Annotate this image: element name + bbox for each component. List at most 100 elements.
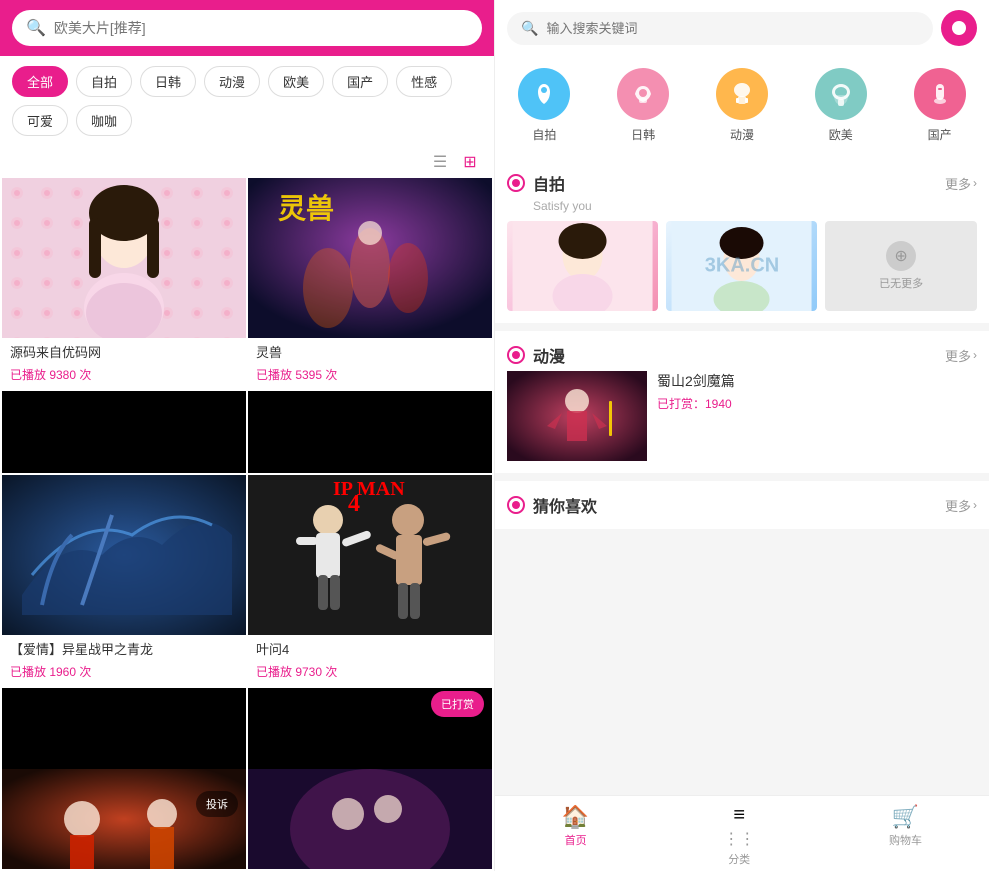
section-selfie-thumbs: 3KA.CN xyxy=(507,221,977,311)
section-anime-dot xyxy=(507,346,525,364)
left-search-input[interactable] xyxy=(54,20,468,36)
right-search-input[interactable] xyxy=(546,21,919,36)
anime-vid-info: 蜀山2剑魔篇 已打赏：1940 xyxy=(657,371,977,461)
svg-text:灵兽: 灵兽 xyxy=(278,193,334,225)
svg-text:IP MAN: IP MAN xyxy=(333,478,405,500)
section-selfie-more[interactable]: 更多 › xyxy=(945,174,977,193)
anime-chevron-icon: › xyxy=(973,348,977,362)
tag-cute[interactable]: 可爱 xyxy=(12,105,68,136)
selfie-thumb-img-1 xyxy=(507,221,658,311)
complaint-button[interactable]: 投诉 xyxy=(196,791,238,817)
cat-label-selfie: 自拍 xyxy=(532,126,556,143)
filter-tags: 全部 自拍 日韩 动漫 欧美 国产 性感 可爱 咖咖 xyxy=(0,56,494,146)
video-card-6[interactable] xyxy=(248,769,492,869)
selfie-thumb-1[interactable] xyxy=(507,221,658,311)
tag-all[interactable]: 全部 xyxy=(12,66,68,97)
right-search-container[interactable]: 🔍 xyxy=(507,12,933,45)
video-plays-1: 已播放 9380 次 xyxy=(10,366,238,383)
category-icons: 自拍 日韩 动漫 欧美 国产 xyxy=(495,56,989,159)
video-thumb-battle xyxy=(2,475,246,635)
cat-domestic[interactable]: 国产 xyxy=(914,68,966,143)
video-card-1[interactable]: 源码来自优码网 已播放 9380 次 xyxy=(2,178,246,473)
section-recommend-dot xyxy=(507,496,525,514)
home-icon: 🏠 xyxy=(562,804,589,830)
cat-icon-anime xyxy=(716,68,768,120)
left-search-bar: 🔍 xyxy=(0,0,494,56)
video-thumb-emperor xyxy=(2,769,246,869)
tag-domestic[interactable]: 国产 xyxy=(332,66,388,97)
list-view-btn[interactable]: ☰ xyxy=(428,150,452,174)
cat-anime[interactable]: 动漫 xyxy=(716,68,768,143)
video-card-2[interactable]: 灵兽 灵兽 已播放 5395 次 xyxy=(248,178,492,473)
tag-anime[interactable]: 动漫 xyxy=(204,66,260,97)
cat-selfie[interactable]: 自拍 xyxy=(518,68,570,143)
grid-view-btn[interactable]: ⊞ xyxy=(458,150,482,174)
video-plays-2: 已播放 5395 次 xyxy=(256,366,484,383)
already-more-text: 已无更多 xyxy=(879,275,923,291)
video-thumb-fantasy: 灵兽 xyxy=(248,178,492,338)
tag-selfie[interactable]: 自拍 xyxy=(76,66,132,97)
right-panel: 🔍 自拍 日韩 动漫 xyxy=(494,0,989,871)
video-grid: 源码来自优码网 已播放 9380 次 灵兽 xyxy=(0,178,494,769)
section-selfie-title: 自拍 xyxy=(533,171,565,195)
girl-image xyxy=(2,178,246,338)
video-plays-3: 已播放 1960 次 xyxy=(10,663,238,680)
anime-vid-plays: 已打赏：1940 xyxy=(657,395,977,412)
nav-cart-label: 购物车 xyxy=(889,832,922,848)
cat-icon-western xyxy=(815,68,867,120)
section-anime-title-row: 动漫 xyxy=(507,343,565,367)
record-dot xyxy=(952,21,966,35)
more-label: 更多 xyxy=(945,174,971,193)
video-info-3: 【爱情】异星战甲之青龙 已播放 1960 次 xyxy=(2,635,246,688)
tag-jk[interactable]: 日韩 xyxy=(140,66,196,97)
right-search-bar: 🔍 xyxy=(495,0,989,56)
nav-category[interactable]: ≡ ⋮⋮ 分类 xyxy=(703,804,775,867)
record-button[interactable] xyxy=(941,10,977,46)
video-thumb-girl xyxy=(2,178,246,338)
cat-label-jk: 日韩 xyxy=(631,126,655,143)
nav-home-label: 首页 xyxy=(565,832,587,848)
tag-western[interactable]: 欧美 xyxy=(268,66,324,97)
already-more-icon: ⊕ xyxy=(886,241,916,271)
cart-icon: 🛒 xyxy=(892,804,919,830)
selfie-thumb-2[interactable] xyxy=(666,221,817,311)
tag-sexy[interactable]: 性感 xyxy=(396,66,452,97)
left-search-container[interactable]: 🔍 xyxy=(12,10,482,46)
radio-inner-anime xyxy=(512,351,520,359)
view-controls: ☰ ⊞ xyxy=(0,146,494,178)
right-content: 自拍 更多 › Satisfy you 3KA.CN xyxy=(495,159,989,795)
section-recommend-header: 猜你喜欢 更多 › xyxy=(507,493,977,517)
video-card-5[interactable]: 投诉 xyxy=(2,769,246,869)
left-panel: 🔍 全部 自拍 日韩 动漫 欧美 国产 性感 可爱 咖咖 ☰ ⊞ xyxy=(0,0,494,871)
video-card-3[interactable]: 【爱情】异星战甲之青龙 已播放 1960 次 xyxy=(2,475,246,770)
category-icon: ≡ xyxy=(733,804,745,827)
video-title-3: 【爱情】异星战甲之青龙 xyxy=(10,641,238,659)
video-title-2: 灵兽 xyxy=(256,344,484,362)
selfie-thumb-img-2 xyxy=(666,221,817,311)
nav-cart[interactable]: 🛒 购物车 xyxy=(869,804,942,867)
cat-western[interactable]: 欧美 xyxy=(815,68,867,143)
section-selfie-dot xyxy=(507,174,525,192)
video-thumb-ipman: IP MAN 4 xyxy=(248,475,492,635)
already-more-placeholder: ⊕ 已无更多 xyxy=(825,221,977,311)
reward-button[interactable]: 已打赏 xyxy=(431,691,484,717)
section-recommend-more[interactable]: 更多 › xyxy=(945,496,977,515)
recommend-chevron-icon: › xyxy=(973,498,977,512)
section-selfie-header: 自拍 更多 › xyxy=(507,171,977,195)
chevron-icon: › xyxy=(973,176,977,190)
radio-inner xyxy=(512,179,520,187)
bottom-nav: 🏠 首页 ≡ ⋮⋮ 分类 🛒 购物车 xyxy=(495,795,989,871)
search-icon: 🔍 xyxy=(26,18,46,38)
anime-vid-title: 蜀山2剑魔篇 xyxy=(657,371,977,391)
tag-kiss[interactable]: 咖咖 xyxy=(76,105,132,136)
video-info-1: 源码来自优码网 已播放 9380 次 xyxy=(2,338,246,391)
cat-label-western: 欧美 xyxy=(829,126,853,143)
nav-home[interactable]: 🏠 首页 xyxy=(542,804,609,867)
cat-icon-domestic xyxy=(914,68,966,120)
cat-jk[interactable]: 日韩 xyxy=(617,68,669,143)
section-anime-more[interactable]: 更多 › xyxy=(945,346,977,365)
section-anime-header: 动漫 更多 › xyxy=(507,343,977,367)
anime-vid-thumb[interactable] xyxy=(507,371,647,461)
video-card-4[interactable]: IP MAN 4 叶问4 已播放 9730 次 已打赏 xyxy=(248,475,492,770)
recommend-more-label: 更多 xyxy=(945,496,971,515)
